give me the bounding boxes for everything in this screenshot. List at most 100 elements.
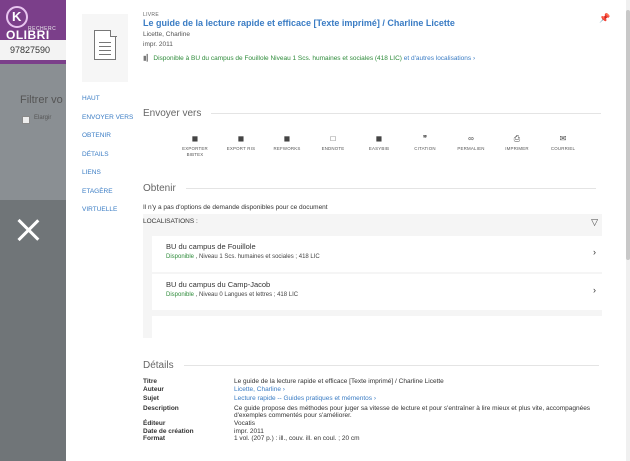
scrollbar-thumb[interactable]: [626, 10, 630, 260]
detail-row: Date de création impr. 2011: [143, 428, 604, 436]
detail-label: Description: [143, 404, 179, 412]
expand-checkbox-label: Elargir: [34, 115, 52, 121]
filter-icon[interactable]: ▽: [591, 217, 598, 228]
nav-virtuelle[interactable]: VIRTUELLE: [82, 206, 133, 225]
detail-value: Le guide de la lecture rapide et efficac…: [234, 378, 444, 385]
detail-value: Vocatis: [234, 419, 255, 427]
print-label: IMPRIMER: [505, 146, 529, 151]
detail-label: Sujet: [143, 395, 159, 403]
permalink-label: PERMALIEN: [457, 146, 485, 151]
chevron-right-icon: ›: [593, 285, 596, 295]
availability-status: Disponible: [153, 55, 184, 62]
locations-label: LOCALISATIONS :: [143, 218, 198, 225]
detail-label: Auteur: [143, 385, 164, 393]
file-icon: ◼: [237, 134, 245, 143]
record-date: impr. 2011: [143, 41, 173, 48]
section-nav: HAUT ENVOYER VERS OBTENIR DÉTAILS LIENS …: [82, 95, 133, 225]
easybib-button[interactable]: ◼ EASYBIB: [356, 133, 402, 158]
scrollbar[interactable]: [626, 0, 630, 461]
mail-icon: ✉: [559, 134, 567, 143]
detail-row: Auteur Licette, Charline ›: [143, 386, 604, 394]
nav-envoyer-vers[interactable]: ENVOYER VERS: [82, 114, 133, 133]
detail-label: Format: [143, 435, 166, 443]
endnote-label: ENDNOTE: [321, 146, 345, 151]
send-to-title: Envoyer vers: [143, 108, 202, 119]
quote-icon: ❞: [422, 134, 428, 143]
detail-label: Éditeur: [143, 419, 166, 427]
endnote-button[interactable]: □ ENDNOTE: [310, 133, 356, 158]
search-input[interactable]: 97827590: [0, 40, 66, 60]
record-author: Licette, Charline: [143, 31, 190, 38]
printer-icon: ⎙: [513, 134, 521, 143]
location-shelf: , Niveau 0 Langues et lettres ; 418 LIC: [194, 292, 299, 298]
refworks-button[interactable]: ◼ REFWORKS: [264, 133, 310, 158]
author-link[interactable]: Licette, Charline ›: [234, 386, 604, 394]
details-title: Détails: [143, 360, 174, 371]
location-detail: Disponible , Niveau 0 Langues et lettres…: [166, 292, 298, 298]
availability-icon: ▮▎: [143, 55, 152, 62]
location-name: BU du campus du Camp-Jacob: [166, 280, 271, 289]
kolibri-logo: KOLIBRI RECHERC: [6, 6, 62, 42]
details-heading: Détails: [143, 360, 599, 371]
detail-value: Ce guide propose des méthodes pour juger…: [234, 404, 591, 420]
file-icon: ◼: [191, 134, 199, 143]
location-detail: Disponible , Niveau 1 Scs. humaines et s…: [166, 254, 320, 260]
nav-liens[interactable]: LIENS: [82, 169, 133, 188]
locations-panel: LOCALISATIONS : ▽ BU du campus de Fouill…: [143, 214, 602, 338]
send-to-heading: Envoyer vers: [143, 108, 602, 119]
easybib-label: EASYBIB: [368, 146, 390, 151]
subject-link[interactable]: Lecture rapide -- Guides pratiques et mé…: [234, 395, 604, 403]
location-name: BU du campus de Fouillole: [166, 242, 256, 251]
pin-icon[interactable]: 📌: [599, 13, 610, 24]
other-locations-link[interactable]: et d'autres localisations ›: [404, 55, 475, 62]
detail-row: Titre Le guide de la lecture rapide et ef…: [143, 378, 604, 386]
record-detail-panel: 📌 LIVRE Le guide de la lecture rapide et…: [66, 0, 630, 461]
chevron-right-icon: ›: [593, 247, 596, 257]
availability-location: à BU du campus de Fouillole Niveau 1 Scs…: [185, 55, 402, 62]
location-status: Disponible: [166, 292, 195, 298]
file-icon: ◼: [283, 134, 291, 143]
logo-subtitle: RECHERC: [28, 26, 57, 32]
detail-row: Format 1 vol. (207 p.) : ill., couv. ill.…: [143, 435, 604, 443]
obtain-heading: Obtenir: [143, 183, 596, 194]
nav-haut[interactable]: HAUT: [82, 95, 133, 114]
nav-obtenir[interactable]: OBTENIR: [82, 132, 133, 151]
location-card[interactable]: BU du campus de Fouillole Disponible , N…: [152, 236, 602, 272]
no-request-options: Il n'y a pas d'options de demande dispon…: [143, 204, 328, 211]
location-status: Disponible: [166, 254, 195, 260]
detail-row: Sujet Lecture rapide -- Guides pratiques …: [143, 395, 604, 403]
print-button[interactable]: ⎙ IMPRIMER: [494, 133, 540, 158]
details-table: Titre Le guide de la lecture rapide et ef…: [143, 378, 604, 443]
book-thumbnail: [82, 14, 128, 82]
export-actions: ◼ EXPORTER BIBTEX ◼ EXPORT RIS ◼ REFWORKS □ E…: [172, 133, 586, 158]
export-ris-label: EXPORT RIS: [226, 146, 256, 151]
close-icon[interactable]: [14, 216, 42, 244]
link-icon: ∞: [468, 134, 474, 143]
detail-value: impr. 2011: [234, 427, 264, 435]
email-button[interactable]: ✉ COURRIEL: [540, 133, 586, 158]
permalink-button[interactable]: ∞ PERMALIEN: [448, 133, 494, 158]
export-bibtex-button[interactable]: ◼ EXPORTER BIBTEX: [172, 133, 218, 158]
detail-row: Description Ce guide propose des méthodes…: [143, 405, 604, 420]
citation-button[interactable]: ❞ CITATION: [402, 133, 448, 158]
file-outline-icon: □: [330, 134, 336, 143]
nav-details[interactable]: DÉTAILS: [82, 151, 133, 170]
obtain-title: Obtenir: [143, 183, 176, 194]
availability-line[interactable]: ▮▎ Disponible à BU du campus de Fouillol…: [143, 54, 475, 62]
logo-letter: K: [6, 6, 28, 28]
locations-footer: [152, 316, 602, 338]
export-ris-button[interactable]: ◼ EXPORT RIS: [218, 133, 264, 158]
citation-label: CITATION: [414, 146, 436, 151]
export-bibtex-label: EXPORTER BIBTEX: [182, 146, 208, 157]
location-shelf: , Niveau 1 Scs. humaines et sociales ; 4…: [194, 254, 320, 260]
filter-heading: Filtrer vo: [20, 94, 63, 106]
nav-etagere[interactable]: ETAGÈRE: [82, 188, 133, 207]
detail-value: 1 vol. (207 p.) : ill., couv. ill. en co…: [234, 435, 360, 443]
refworks-label: REFWORKS: [273, 146, 301, 151]
file-icon: ◼: [375, 134, 383, 143]
email-label: COURRIEL: [550, 146, 576, 151]
record-title[interactable]: Le guide de la lecture rapide et efficac…: [143, 18, 455, 28]
location-card[interactable]: BU du campus du Camp-Jacob Disponible , …: [152, 274, 602, 310]
expand-checkbox[interactable]: [22, 116, 30, 124]
detail-label: Titre: [143, 378, 157, 385]
